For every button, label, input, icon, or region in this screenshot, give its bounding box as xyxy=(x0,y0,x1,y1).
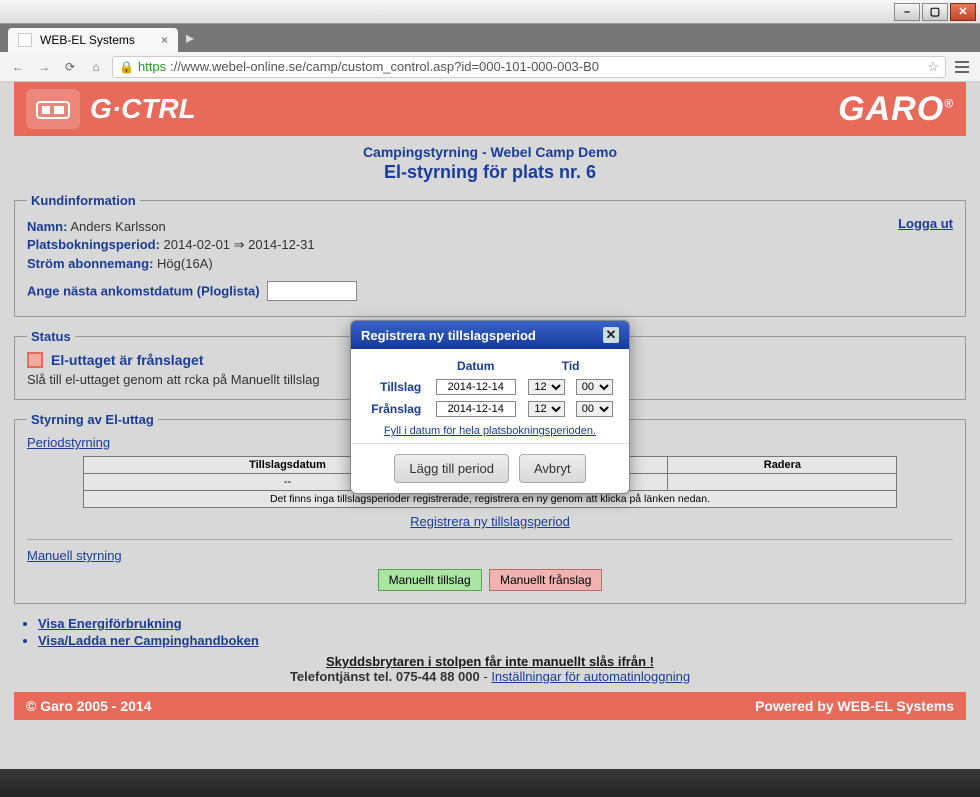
phone-label: Telefontjänst tel. 075-44 88 000 xyxy=(290,669,480,684)
gctrl-logo-text: G·CTRL xyxy=(90,93,196,125)
list-item: Visa/Ladda ner Campinghandboken xyxy=(38,633,966,648)
row-tillslag-label: Tillslag xyxy=(363,377,427,397)
breaker-warning: Skyddsbrytaren i stolpen får inte manuel… xyxy=(14,654,966,669)
subscription-value: Hög(16A) xyxy=(157,256,213,271)
browser-tab[interactable]: WEB-EL Systems × xyxy=(8,28,178,52)
back-button[interactable]: ← xyxy=(8,57,28,77)
page-titles: Campingstyrning - Webel Camp Demo El-sty… xyxy=(14,138,966,193)
tillslag-hour-select[interactable]: 12 xyxy=(528,379,565,395)
row-franslag-label: Frånslag xyxy=(363,399,427,419)
page-title: El-styrning för plats nr. 6 xyxy=(14,162,966,183)
page-subtitle: Campingstyrning - Webel Camp Demo xyxy=(14,144,966,160)
site-header: G·CTRL GARO® xyxy=(14,82,966,136)
manual-control-link[interactable]: Manuell styrning xyxy=(27,548,122,563)
cancel-button[interactable]: Avbryt xyxy=(519,454,586,483)
dialog-body: Datum Tid Tillslag 12 00 Frånslag 12 00 … xyxy=(351,349,629,443)
tillslag-date-input[interactable] xyxy=(436,379,516,395)
new-tab-button[interactable]: ▸ xyxy=(186,28,194,48)
handbook-link[interactable]: Visa/Ladda ner Campinghandboken xyxy=(38,633,259,648)
status-legend: Status xyxy=(27,329,75,344)
window-titlebar: – ▢ ✕ xyxy=(0,0,980,24)
manual-on-button[interactable]: Manuellt tillslag xyxy=(378,569,482,591)
os-taskbar xyxy=(0,769,980,797)
site-footer: © Garo 2005 - 2014 Powered by WEB-EL Sys… xyxy=(14,692,966,720)
name-value: Anders Karlsson xyxy=(70,219,165,234)
franslag-min-select[interactable]: 00 xyxy=(576,401,613,417)
gctrl-logo: G·CTRL xyxy=(26,89,196,129)
footer-left: © Garo 2005 - 2014 xyxy=(26,698,152,714)
logout-link[interactable]: Logga ut xyxy=(898,216,953,231)
lock-icon: 🔒 xyxy=(119,60,134,74)
customer-legend: Kundinformation xyxy=(27,193,140,208)
energy-link[interactable]: Visa Energiförbrukning xyxy=(38,616,182,631)
col-radera: Radera xyxy=(668,457,897,474)
register-period-link[interactable]: Registrera ny tillslagsperiod xyxy=(27,514,953,529)
control-legend: Styrning av El-uttag xyxy=(27,412,158,427)
bookmark-star-icon[interactable]: ☆ xyxy=(927,59,939,75)
subscription-label: Ström abonnemang: xyxy=(27,256,153,271)
status-indicator-icon xyxy=(27,352,43,368)
reload-button[interactable]: ⟳ xyxy=(60,57,80,77)
manual-off-button[interactable]: Manuellt frånslag xyxy=(489,569,602,591)
gctrl-badge-icon xyxy=(26,89,80,129)
window-maximize-button[interactable]: ▢ xyxy=(922,3,948,21)
tab-title: WEB-EL Systems xyxy=(40,33,135,47)
list-item: Visa Energiförbrukning xyxy=(38,616,966,631)
tab-close-icon[interactable]: × xyxy=(161,33,168,47)
franslag-date-input[interactable] xyxy=(436,401,516,417)
garo-logo-text: GARO xyxy=(838,90,944,128)
add-period-button[interactable]: Lägg till period xyxy=(394,454,509,483)
status-desc-suffix: cka på Manuellt tillslag xyxy=(189,372,320,387)
forward-button[interactable]: → xyxy=(34,57,54,77)
customer-info-box: Kundinformation Logga ut Namn: Anders Ka… xyxy=(14,193,966,317)
dialog-title: Registrera ny tillslagsperiod xyxy=(361,328,536,343)
col-datum: Datum xyxy=(429,359,522,375)
window-minimize-button[interactable]: – xyxy=(894,3,920,21)
dialog-footer: Lägg till period Avbryt xyxy=(351,443,629,493)
url-scheme: https xyxy=(138,59,166,74)
garo-logo: GARO® xyxy=(838,90,954,129)
auto-login-settings-link[interactable]: Inställningar för automatinloggning xyxy=(491,669,690,684)
footer-note: Skyddsbrytaren i stolpen får inte manuel… xyxy=(14,654,966,684)
period-value: 2014-02-01 ⇒ 2014-12-31 xyxy=(164,237,315,252)
window-close-button[interactable]: ✕ xyxy=(950,3,976,21)
name-label: Namn: xyxy=(27,219,67,234)
arrival-date-input[interactable] xyxy=(267,281,357,301)
dialog-header: Registrera ny tillslagsperiod ✕ xyxy=(351,321,629,349)
address-bar[interactable]: 🔒 https ://www.webel-online.se/camp/cust… xyxy=(112,56,946,78)
dialog-close-button[interactable]: ✕ xyxy=(603,327,619,343)
period-label: Platsbokningsperiod: xyxy=(27,237,160,252)
col-tid: Tid xyxy=(524,359,617,375)
register-period-dialog: Registrera ny tillslagsperiod ✕ Datum Ti… xyxy=(350,320,630,494)
home-button[interactable]: ⌂ xyxy=(86,57,106,77)
franslag-hour-select[interactable]: 12 xyxy=(528,401,565,417)
divider xyxy=(27,539,953,540)
period-control-link[interactable]: Periodstyrning xyxy=(27,435,110,450)
url-path: ://www.webel-online.se/camp/custom_contr… xyxy=(170,59,599,74)
status-headline: El-uttaget är frånslaget xyxy=(51,352,203,368)
browser-tabstrip: WEB-EL Systems × ▸ xyxy=(0,24,980,52)
tillslag-min-select[interactable]: 00 xyxy=(576,379,613,395)
browser-menu-button[interactable] xyxy=(952,61,972,73)
footer-right: Powered by WEB-EL Systems xyxy=(755,698,954,714)
fill-whole-period-link[interactable]: Fyll i datum för hela platsbokningsperio… xyxy=(361,425,619,437)
browser-toolbar: ← → ⟳ ⌂ 🔒 https ://www.webel-online.se/c… xyxy=(0,52,980,82)
arrival-label: Ange nästa ankomstdatum (Ploglista) xyxy=(27,284,260,299)
bottom-links: Visa Energiförbrukning Visa/Ladda ner Ca… xyxy=(38,616,966,648)
status-desc-prefix: Slå till el-uttaget genom att r xyxy=(27,372,189,387)
favicon-icon xyxy=(18,33,32,47)
